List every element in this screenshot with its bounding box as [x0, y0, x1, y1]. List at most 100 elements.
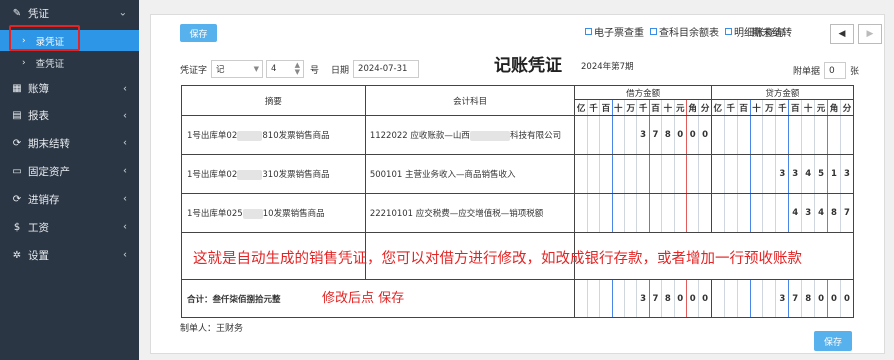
credit-digit[interactable]: 3	[775, 154, 790, 194]
credit-digit[interactable]	[736, 154, 751, 194]
credit-digit[interactable]: 7	[839, 193, 855, 233]
debit-digit[interactable]	[599, 193, 613, 233]
menu-voucher[interactable]: ✎ 凭证 ⌄	[0, 0, 139, 26]
debit-digit[interactable]	[574, 193, 588, 233]
credit-digit[interactable]	[723, 154, 738, 194]
credit-digit[interactable]	[736, 115, 751, 155]
total-credit-digit[interactable]	[710, 279, 725, 318]
debit-digit[interactable]	[648, 193, 663, 233]
total-credit-digit[interactable]: 8	[801, 279, 816, 318]
debit-digit[interactable]: 7	[648, 115, 663, 155]
debit-digit[interactable]	[611, 193, 626, 233]
link-account-balance[interactable]: 查科目余额表	[650, 24, 719, 39]
attachment-count-field[interactable]: 0	[823, 62, 846, 79]
summary-cell[interactable]: 1号出库单02xxxxx810发票销售商品	[181, 115, 366, 155]
prev-voucher-button[interactable]: ◀	[830, 24, 854, 44]
menu-fixed-assets[interactable]: ▭ 固定资产 ‹	[0, 157, 139, 185]
total-debit-digit[interactable]	[586, 279, 601, 318]
debit-digit[interactable]	[599, 115, 613, 155]
credit-digit[interactable]	[775, 115, 790, 155]
credit-digit[interactable]: 8	[827, 193, 841, 233]
debit-digit[interactable]	[661, 193, 675, 233]
debit-digit[interactable]	[586, 193, 601, 233]
account-cell[interactable]: 1122022 应收账款—山西xxxxxxxx科技有限公司	[364, 115, 576, 155]
total-credit-digit[interactable]	[762, 279, 777, 318]
total-debit-digit[interactable]	[623, 279, 638, 318]
account-cell[interactable]: 22210101 应交税费—应交增值税—销项税额	[364, 193, 576, 233]
credit-digit[interactable]	[710, 154, 725, 194]
debit-digit[interactable]	[636, 154, 650, 194]
period-end-label[interactable]: 期末结转	[752, 24, 792, 39]
debit-digit[interactable]	[599, 154, 613, 194]
total-debit-digit[interactable]	[599, 279, 613, 318]
total-debit-digit[interactable]: 8	[661, 279, 675, 318]
debit-digit[interactable]	[698, 154, 712, 194]
menu-inventory[interactable]: ⟳ 进销存 ‹	[0, 185, 139, 213]
debit-digit[interactable]	[661, 154, 675, 194]
credit-digit[interactable]	[788, 115, 803, 155]
save-button-top[interactable]: 保存	[180, 24, 217, 42]
total-credit-digit[interactable]	[736, 279, 751, 318]
credit-digit[interactable]	[762, 154, 777, 194]
total-credit-digit[interactable]: 0	[827, 279, 841, 318]
table-row[interactable]: 1号出库单02xxxxx810发票销售商品1122022 应收账款—山西xxxx…	[181, 115, 855, 155]
submenu-query-voucher[interactable]: › 查凭证	[0, 52, 139, 73]
link-einvoice-check[interactable]: 电子票查重	[585, 24, 644, 39]
total-credit-digit[interactable]	[723, 279, 738, 318]
credit-digit[interactable]	[839, 115, 855, 155]
credit-digit[interactable]	[827, 115, 841, 155]
summary-cell[interactable]: 1号出库单02xxxxx310发票销售商品	[181, 154, 366, 194]
credit-digit[interactable]	[749, 193, 764, 233]
total-credit-digit[interactable]: 7	[788, 279, 803, 318]
debit-digit[interactable]	[611, 115, 626, 155]
debit-digit[interactable]	[586, 115, 601, 155]
debit-digit[interactable]	[623, 193, 638, 233]
table-row[interactable]: 1号出库单025xxxx10发票销售商品22210101 应交税费—应交增值税—…	[181, 193, 855, 233]
total-credit-digit[interactable]: 0	[814, 279, 829, 318]
total-debit-digit[interactable]: 0	[673, 279, 687, 318]
debit-digit[interactable]	[611, 154, 626, 194]
total-debit-digit[interactable]: 7	[648, 279, 663, 318]
total-debit-digit[interactable]	[574, 279, 588, 318]
debit-digit[interactable]	[698, 193, 712, 233]
debit-digit[interactable]: 3	[636, 115, 650, 155]
total-credit-digit[interactable]: 3	[775, 279, 790, 318]
menu-period-end[interactable]: ⟳ 期末结转 ‹	[0, 129, 139, 157]
debit-digit[interactable]	[648, 154, 663, 194]
debit-digit[interactable]	[673, 154, 687, 194]
debit-digit[interactable]	[623, 154, 638, 194]
date-field[interactable]: 2024-07-31	[353, 60, 420, 78]
credit-digit[interactable]: 1	[827, 154, 841, 194]
menu-reports[interactable]: ▤ 报表 ‹	[0, 102, 139, 129]
credit-digit[interactable]	[723, 193, 738, 233]
voucher-word-select[interactable]: 记 ▼	[211, 60, 264, 78]
debit-digit[interactable]	[623, 115, 638, 155]
credit-digit[interactable]	[736, 193, 751, 233]
credit-digit[interactable]	[762, 193, 777, 233]
voucher-number-stepper[interactable]: 4 ▲ ▼	[266, 60, 305, 78]
next-voucher-button[interactable]: ▶	[858, 24, 882, 44]
credit-digit[interactable]: 4	[788, 193, 803, 233]
save-button-bottom[interactable]: 保存	[814, 331, 852, 351]
debit-digit[interactable]	[636, 193, 650, 233]
credit-digit[interactable]: 3	[788, 154, 803, 194]
credit-digit[interactable]	[814, 115, 829, 155]
credit-digit[interactable]: 4	[814, 193, 829, 233]
debit-digit[interactable]: 0	[685, 115, 700, 155]
menu-settings[interactable]: ✲ 设置 ‹	[0, 241, 139, 269]
credit-digit[interactable]	[762, 115, 777, 155]
credit-digit[interactable]	[775, 193, 790, 233]
total-credit-digit[interactable]: 0	[839, 279, 855, 318]
total-credit-digit[interactable]	[749, 279, 764, 318]
debit-digit[interactable]: 8	[661, 115, 675, 155]
credit-digit[interactable]: 4	[801, 154, 816, 194]
debit-digit[interactable]: 0	[698, 115, 712, 155]
credit-digit[interactable]	[749, 154, 764, 194]
debit-digit[interactable]	[685, 193, 700, 233]
debit-digit[interactable]	[574, 115, 588, 155]
debit-digit[interactable]	[574, 154, 588, 194]
menu-books[interactable]: ▦ 账簿 ‹	[0, 75, 139, 102]
total-debit-digit[interactable]: 3	[636, 279, 650, 318]
account-cell[interactable]: 500101 主营业务收入—商品销售收入	[364, 154, 576, 194]
credit-digit[interactable]: 5	[814, 154, 829, 194]
